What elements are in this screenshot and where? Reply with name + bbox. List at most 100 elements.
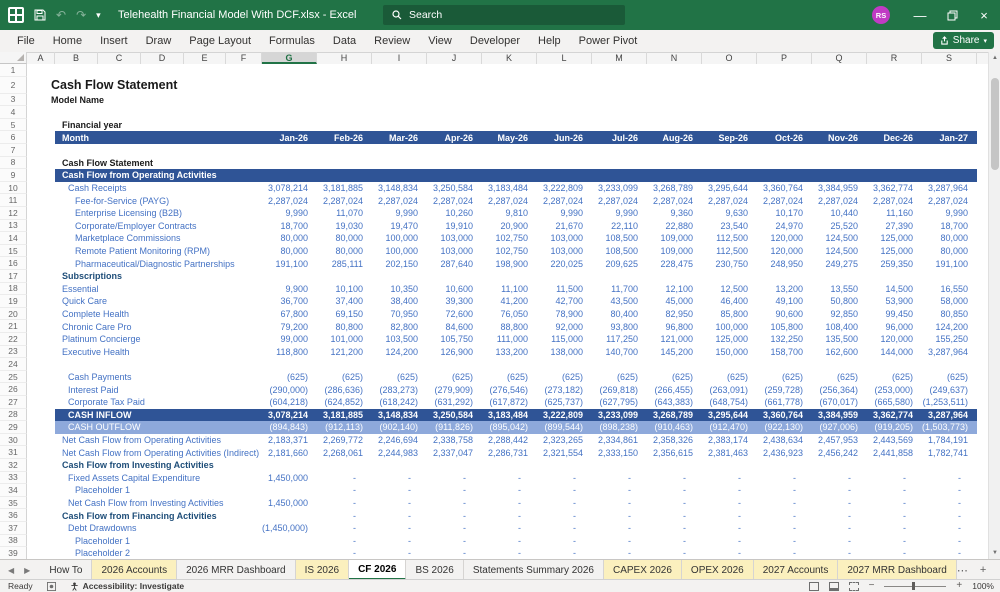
cell[interactable]: -: [922, 484, 977, 497]
scroll-down-icon[interactable]: ▼: [989, 547, 1000, 559]
column-header-S[interactable]: S: [922, 52, 977, 64]
cell[interactable]: 259,350: [867, 257, 922, 270]
cell[interactable]: (927,006): [812, 421, 867, 434]
row-label[interactable]: CASH INFLOW: [68, 409, 132, 422]
cell[interactable]: 69,150: [317, 308, 372, 321]
cell[interactable]: -: [372, 547, 427, 559]
cell[interactable]: -: [427, 484, 482, 497]
row-header-10[interactable]: 10: [0, 181, 27, 195]
row-label[interactable]: Corporate Tax Paid: [68, 396, 145, 409]
cell[interactable]: 126,900: [427, 346, 482, 359]
row-header-21[interactable]: 21: [0, 320, 27, 333]
cell[interactable]: 24,970: [757, 220, 812, 233]
cell[interactable]: -: [592, 509, 647, 522]
cell[interactable]: 90,600: [757, 308, 812, 321]
cell[interactable]: 3,148,834: [372, 409, 427, 422]
row-label[interactable]: Remote Patient Monitoring (RPM): [75, 245, 210, 258]
cell[interactable]: 125,000: [867, 245, 922, 258]
cell[interactable]: -: [867, 509, 922, 522]
cell[interactable]: 2,287,024: [757, 194, 812, 207]
cell[interactable]: 70,950: [372, 308, 427, 321]
cell[interactable]: 230,750: [702, 257, 757, 270]
cell[interactable]: 108,400: [812, 320, 867, 333]
sheet-tab-2027-mrr-dashboard[interactable]: 2027 MRR Dashboard: [838, 560, 957, 580]
cell[interactable]: 2,286,731: [482, 446, 537, 459]
cell[interactable]: 13,550: [812, 283, 867, 296]
cell[interactable]: 14,500: [867, 283, 922, 296]
cell[interactable]: Mar-26: [372, 131, 427, 144]
sheet-tab-2026-mrr-dashboard[interactable]: 2026 MRR Dashboard: [177, 560, 296, 580]
cell[interactable]: -: [482, 497, 537, 510]
row-header-12[interactable]: 12: [0, 207, 27, 220]
cell[interactable]: -: [702, 547, 757, 559]
cell[interactable]: -: [317, 535, 372, 548]
accessibility-status[interactable]: Accessibility: Investigate: [70, 581, 184, 591]
cell[interactable]: 2,287,024: [262, 194, 317, 207]
row-header-14[interactable]: 14: [0, 232, 27, 245]
worksheet-grid[interactable]: 1 2 3 4 5 6 7 8 9 10 11 12 13 14 15 16 17 18 19 20 21 22 23 24 2…: [0, 64, 988, 559]
cell[interactable]: 12,500: [702, 283, 757, 296]
cell[interactable]: -: [427, 535, 482, 548]
cell[interactable]: 80,800: [317, 320, 372, 333]
cell[interactable]: 202,150: [372, 257, 427, 270]
cell[interactable]: Jun-26: [537, 131, 592, 144]
cell[interactable]: -: [757, 547, 812, 559]
cell[interactable]: 120,000: [757, 245, 812, 258]
column-header-D[interactable]: D: [141, 52, 184, 64]
cell[interactable]: -: [647, 497, 702, 510]
cell[interactable]: 2,287,024: [427, 194, 482, 207]
cell[interactable]: 39,300: [427, 295, 482, 308]
cell[interactable]: -: [427, 509, 482, 522]
cell[interactable]: 2,287,024: [537, 194, 592, 207]
cell[interactable]: Oct-26: [757, 131, 812, 144]
row-header-1[interactable]: 1: [0, 64, 27, 77]
cell[interactable]: 3,183,484: [482, 182, 537, 195]
zoom-slider[interactable]: [884, 582, 947, 590]
cell[interactable]: -: [757, 509, 812, 522]
zoom-in-icon[interactable]: +: [956, 581, 962, 591]
cell[interactable]: 105,750: [427, 333, 482, 346]
cell[interactable]: 3,233,099: [592, 409, 647, 422]
cell[interactable]: (286,636): [317, 383, 372, 396]
row-header-11[interactable]: 11: [0, 194, 27, 207]
cell[interactable]: 103,500: [372, 333, 427, 346]
cell[interactable]: -: [427, 472, 482, 485]
cell[interactable]: 18,700: [922, 220, 977, 233]
cell[interactable]: 103,000: [427, 232, 482, 245]
ribbon-tab-review[interactable]: Review: [365, 30, 419, 52]
row-header-23[interactable]: 23: [0, 345, 27, 359]
cell[interactable]: 10,100: [317, 283, 372, 296]
cell[interactable]: 2,383,174: [702, 434, 757, 447]
row-label[interactable]: Complete Health: [62, 308, 129, 321]
row-header-4[interactable]: 4: [0, 106, 27, 119]
cell[interactable]: (625): [372, 371, 427, 384]
cell[interactable]: -: [482, 472, 537, 485]
column-header-F[interactable]: F: [226, 52, 262, 64]
vertical-scrollbar[interactable]: ▲ ▼: [988, 52, 1000, 559]
row-label[interactable]: Net Cash Flow from Investing Activities: [68, 497, 224, 510]
cell[interactable]: 3,222,809: [537, 409, 592, 422]
row-label[interactable]: Pharmaceutical/Diagnostic Partnerships: [75, 257, 235, 270]
ribbon-tab-data[interactable]: Data: [324, 30, 365, 52]
cell[interactable]: 16,550: [922, 283, 977, 296]
cell[interactable]: -: [537, 472, 592, 485]
column-header-I[interactable]: I: [372, 52, 427, 64]
cell[interactable]: 3,222,809: [537, 182, 592, 195]
cell[interactable]: 112,500: [702, 232, 757, 245]
cell[interactable]: 25,520: [812, 220, 867, 233]
cell[interactable]: 99,000: [262, 333, 317, 346]
cell[interactable]: 2,287,024: [372, 194, 427, 207]
cell[interactable]: 3,268,789: [647, 182, 702, 195]
cell[interactable]: -: [647, 484, 702, 497]
cell[interactable]: 3,384,959: [812, 182, 867, 195]
cell[interactable]: (894,843): [262, 421, 317, 434]
page-layout-view-icon[interactable]: [828, 581, 839, 591]
cell[interactable]: 38,400: [372, 295, 427, 308]
cell[interactable]: (625): [262, 371, 317, 384]
cell[interactable]: -: [537, 484, 592, 497]
cell[interactable]: 92,000: [537, 320, 592, 333]
cell[interactable]: (625): [867, 371, 922, 384]
cell[interactable]: 2,244,983: [372, 446, 427, 459]
cell[interactable]: 115,000: [537, 333, 592, 346]
cell[interactable]: 135,500: [812, 333, 867, 346]
